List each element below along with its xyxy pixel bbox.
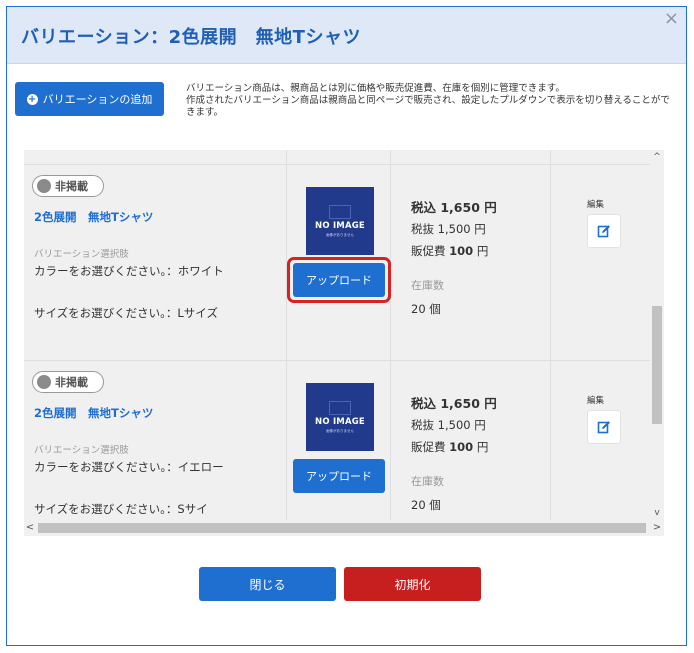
no-image-text: NO IMAGE — [315, 416, 365, 427]
reset-button[interactable]: 初期化 — [344, 567, 481, 601]
price-tax-excluded: 税抜 1,500 円 — [411, 418, 486, 432]
add-variation-button[interactable]: + バリエーションの追加 — [15, 82, 164, 116]
variation-option-color: カラーをお選びください。：イエロー — [34, 460, 224, 474]
info-line-2: 作成されたバリエーション商品は親商品と同ページで販売され、設定したプルダウンで表… — [186, 95, 670, 118]
stock-label: 在庫数 — [411, 475, 444, 488]
variation-label: バリエーション選択肢 — [34, 249, 129, 260]
price-tax-included: 税込 1,650 円 — [411, 396, 497, 411]
no-image-text: NO IMAGE — [315, 220, 365, 231]
modal-title: バリエーション：2色展開 無地Tシャツ — [21, 27, 361, 48]
promotion-cost-value: 100 — [449, 440, 474, 454]
edit-label: 編集 — [587, 396, 605, 406]
toggle-dot-icon — [37, 375, 51, 389]
edit-button[interactable] — [587, 214, 621, 248]
price-tax-included: 税込 1,650 円 — [411, 200, 497, 215]
table-row: 非掲載 2色展開 無地Tシャツ バリエーション選択肢 カラーをお選びください。：… — [24, 361, 650, 536]
upload-button[interactable]: アップロード — [293, 459, 385, 493]
horizontal-scroll-thumb[interactable] — [38, 523, 646, 533]
plus-circle-icon: + — [26, 93, 38, 105]
table-row: 非掲載 2色展開 無地Tシャツ バリエーション選択肢 カラーをお選びください。：… — [24, 165, 650, 361]
variation-option-size: サイズをお選びください。：Lサイズ — [34, 306, 218, 320]
status-badge[interactable]: 非掲載 — [32, 371, 104, 393]
promotion-cost-unit: 円 — [473, 244, 489, 258]
status-badge-label: 非掲載 — [55, 180, 88, 193]
promotion-cost-prefix: 販促費 — [411, 244, 450, 258]
promotion-cost-prefix: 販促費 — [411, 440, 450, 454]
image-placeholder-icon — [329, 204, 351, 219]
image-placeholder-icon — [329, 400, 351, 415]
edit-pencil-icon — [597, 421, 610, 434]
promotion-cost-value: 100 — [449, 244, 474, 258]
add-variation-label: バリエーションの追加 — [42, 93, 153, 106]
vertical-scroll-thumb[interactable] — [652, 306, 662, 424]
product-name-link[interactable]: 2色展開 無地Tシャツ — [34, 405, 153, 421]
edit-label: 編集 — [587, 200, 605, 210]
variation-option-size: サイズをお選びください。：Sサイ — [34, 502, 208, 516]
scroll-left-icon[interactable]: < — [24, 520, 36, 536]
product-thumbnail: NO IMAGE 画像がありません — [306, 383, 374, 451]
scroll-right-icon[interactable]: > — [650, 520, 664, 536]
stock-value: 20 個 — [411, 302, 441, 316]
scroll-up-icon[interactable]: ^ — [650, 150, 664, 164]
toggle-dot-icon — [37, 179, 51, 193]
scroll-down-icon[interactable]: v — [650, 506, 664, 520]
price-tax-excluded: 税抜 1,500 円 — [411, 222, 486, 236]
status-badge-label: 非掲載 — [55, 376, 88, 389]
promotion-cost-unit: 円 — [473, 440, 489, 454]
status-badge[interactable]: 非掲載 — [32, 175, 104, 197]
variation-label: バリエーション選択肢 — [34, 445, 129, 456]
info-text: バリエーション商品は、親商品とは別に価格や販売促進費、在庫を個別に管理できます。… — [186, 83, 676, 119]
edit-button[interactable] — [587, 410, 621, 444]
variation-option-color: カラーをお選びください。：ホワイト — [34, 264, 224, 278]
product-name-link[interactable]: 2色展開 無地Tシャツ — [34, 209, 153, 225]
edit-pencil-icon — [597, 225, 610, 238]
close-button[interactable]: 閉じる — [199, 567, 336, 601]
promotion-cost: 販促費 100 円 — [411, 439, 488, 455]
variation-table: 非掲載 2色展開 無地Tシャツ バリエーション選択肢 カラーをお選びください。：… — [24, 150, 664, 536]
no-image-subtext: 画像がありません — [326, 232, 354, 237]
product-thumbnail: NO IMAGE 画像がありません — [306, 187, 374, 255]
stock-value: 20 個 — [411, 498, 441, 512]
info-line-1: バリエーション商品は、親商品とは別に価格や販売促進費、在庫を個別に管理できます。 — [186, 83, 565, 94]
vertical-scrollbar[interactable]: ^ v — [650, 150, 664, 520]
promotion-cost: 販促費 100 円 — [411, 243, 488, 259]
upload-highlight-box — [287, 257, 391, 303]
close-icon[interactable]: × — [664, 9, 679, 29]
horizontal-scrollbar[interactable]: < > — [24, 520, 664, 536]
stock-label: 在庫数 — [411, 279, 444, 292]
modal-header: バリエーション：2色展開 無地Tシャツ × — [7, 7, 686, 64]
no-image-subtext: 画像がありません — [326, 428, 354, 433]
